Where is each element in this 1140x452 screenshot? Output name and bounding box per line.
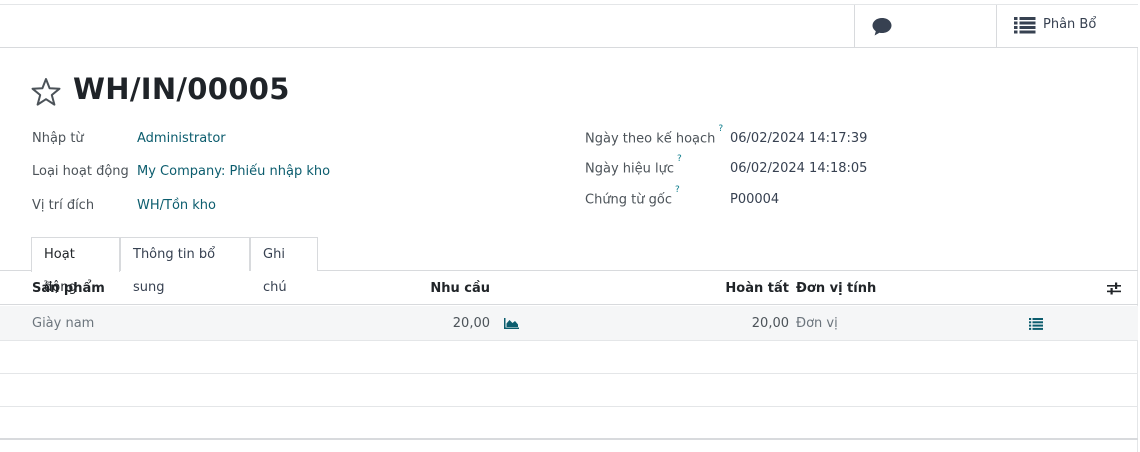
- help-tooltip-icon[interactable]: ?: [718, 124, 723, 134]
- demand-cell[interactable]: 20,00: [453, 316, 490, 331]
- operation-type-label: Loại hoạt động: [32, 164, 129, 179]
- speech-bubble-icon: [872, 18, 892, 36]
- table-header: Sản phẩm Nhu cầu Hoàn tất Đơn vị tính: [0, 271, 1138, 305]
- empty-row-divider: [0, 406, 1138, 407]
- allocation-label: Phân Bổ: [1043, 17, 1097, 32]
- table-footer: [0, 438, 1138, 440]
- sliders-icon[interactable]: [1107, 282, 1121, 299]
- scheduled-date-label-text: Ngày theo kế hoạch: [585, 131, 716, 147]
- done-cell[interactable]: 20,00: [752, 316, 789, 331]
- operation-type-field[interactable]: My Company: Phiếu nhập kho: [137, 164, 330, 179]
- effective-date-field: 06/02/2024 14:18:05: [730, 161, 868, 176]
- column-header-uom[interactable]: Đơn vị tính: [796, 281, 876, 296]
- column-header-product[interactable]: Sản phẩm: [32, 281, 105, 296]
- area-chart-icon[interactable]: [504, 318, 519, 333]
- partner-label: Nhập từ: [32, 131, 84, 146]
- help-tooltip-icon[interactable]: ?: [675, 185, 680, 195]
- tab-additional-info[interactable]: Thông tin bổ sung: [120, 237, 250, 295]
- column-header-done[interactable]: Hoàn tất: [725, 281, 789, 296]
- tab-note[interactable]: Ghi chú: [250, 237, 318, 295]
- source-document-label-text: Chứng từ gốc: [585, 192, 673, 208]
- destination-location-label: Vị trí đích: [32, 198, 95, 213]
- destination-location-field[interactable]: WH/Tồn kho: [137, 198, 216, 213]
- control-panel: Phân Bổ: [0, 4, 1138, 48]
- effective-date-label-text: Ngày hiệu lực: [585, 161, 674, 177]
- uom-cell[interactable]: Đơn vị: [796, 316, 838, 331]
- source-document-field[interactable]: P00004: [730, 192, 779, 207]
- effective-date-label: Ngày hiệu lực?: [585, 154, 682, 177]
- partner-field[interactable]: Administrator: [137, 131, 226, 146]
- scheduled-date-field[interactable]: 06/02/2024 14:17:39: [730, 131, 867, 146]
- record-name: WH/IN/00005: [73, 72, 290, 106]
- chatter-button[interactable]: [854, 5, 997, 48]
- table-row[interactable]: Giày nam 20,00 20,00 Đơn vị: [0, 306, 1138, 341]
- list-icon[interactable]: [1029, 318, 1043, 334]
- empty-row-divider: [0, 373, 1138, 374]
- help-tooltip-icon[interactable]: ?: [677, 154, 682, 164]
- list-icon: [1014, 17, 1036, 34]
- star-outline-icon[interactable]: [30, 77, 62, 111]
- tab-operations[interactable]: Hoạt động: [31, 237, 120, 295]
- source-document-label: Chứng từ gốc?: [585, 185, 680, 208]
- product-cell[interactable]: Giày nam: [32, 316, 94, 331]
- scheduled-date-label: Ngày theo kế hoạch?: [585, 124, 723, 147]
- column-header-demand[interactable]: Nhu cầu: [430, 281, 490, 296]
- sheet-border: [1137, 48, 1138, 452]
- allocation-button[interactable]: Phân Bổ: [996, 5, 1138, 48]
